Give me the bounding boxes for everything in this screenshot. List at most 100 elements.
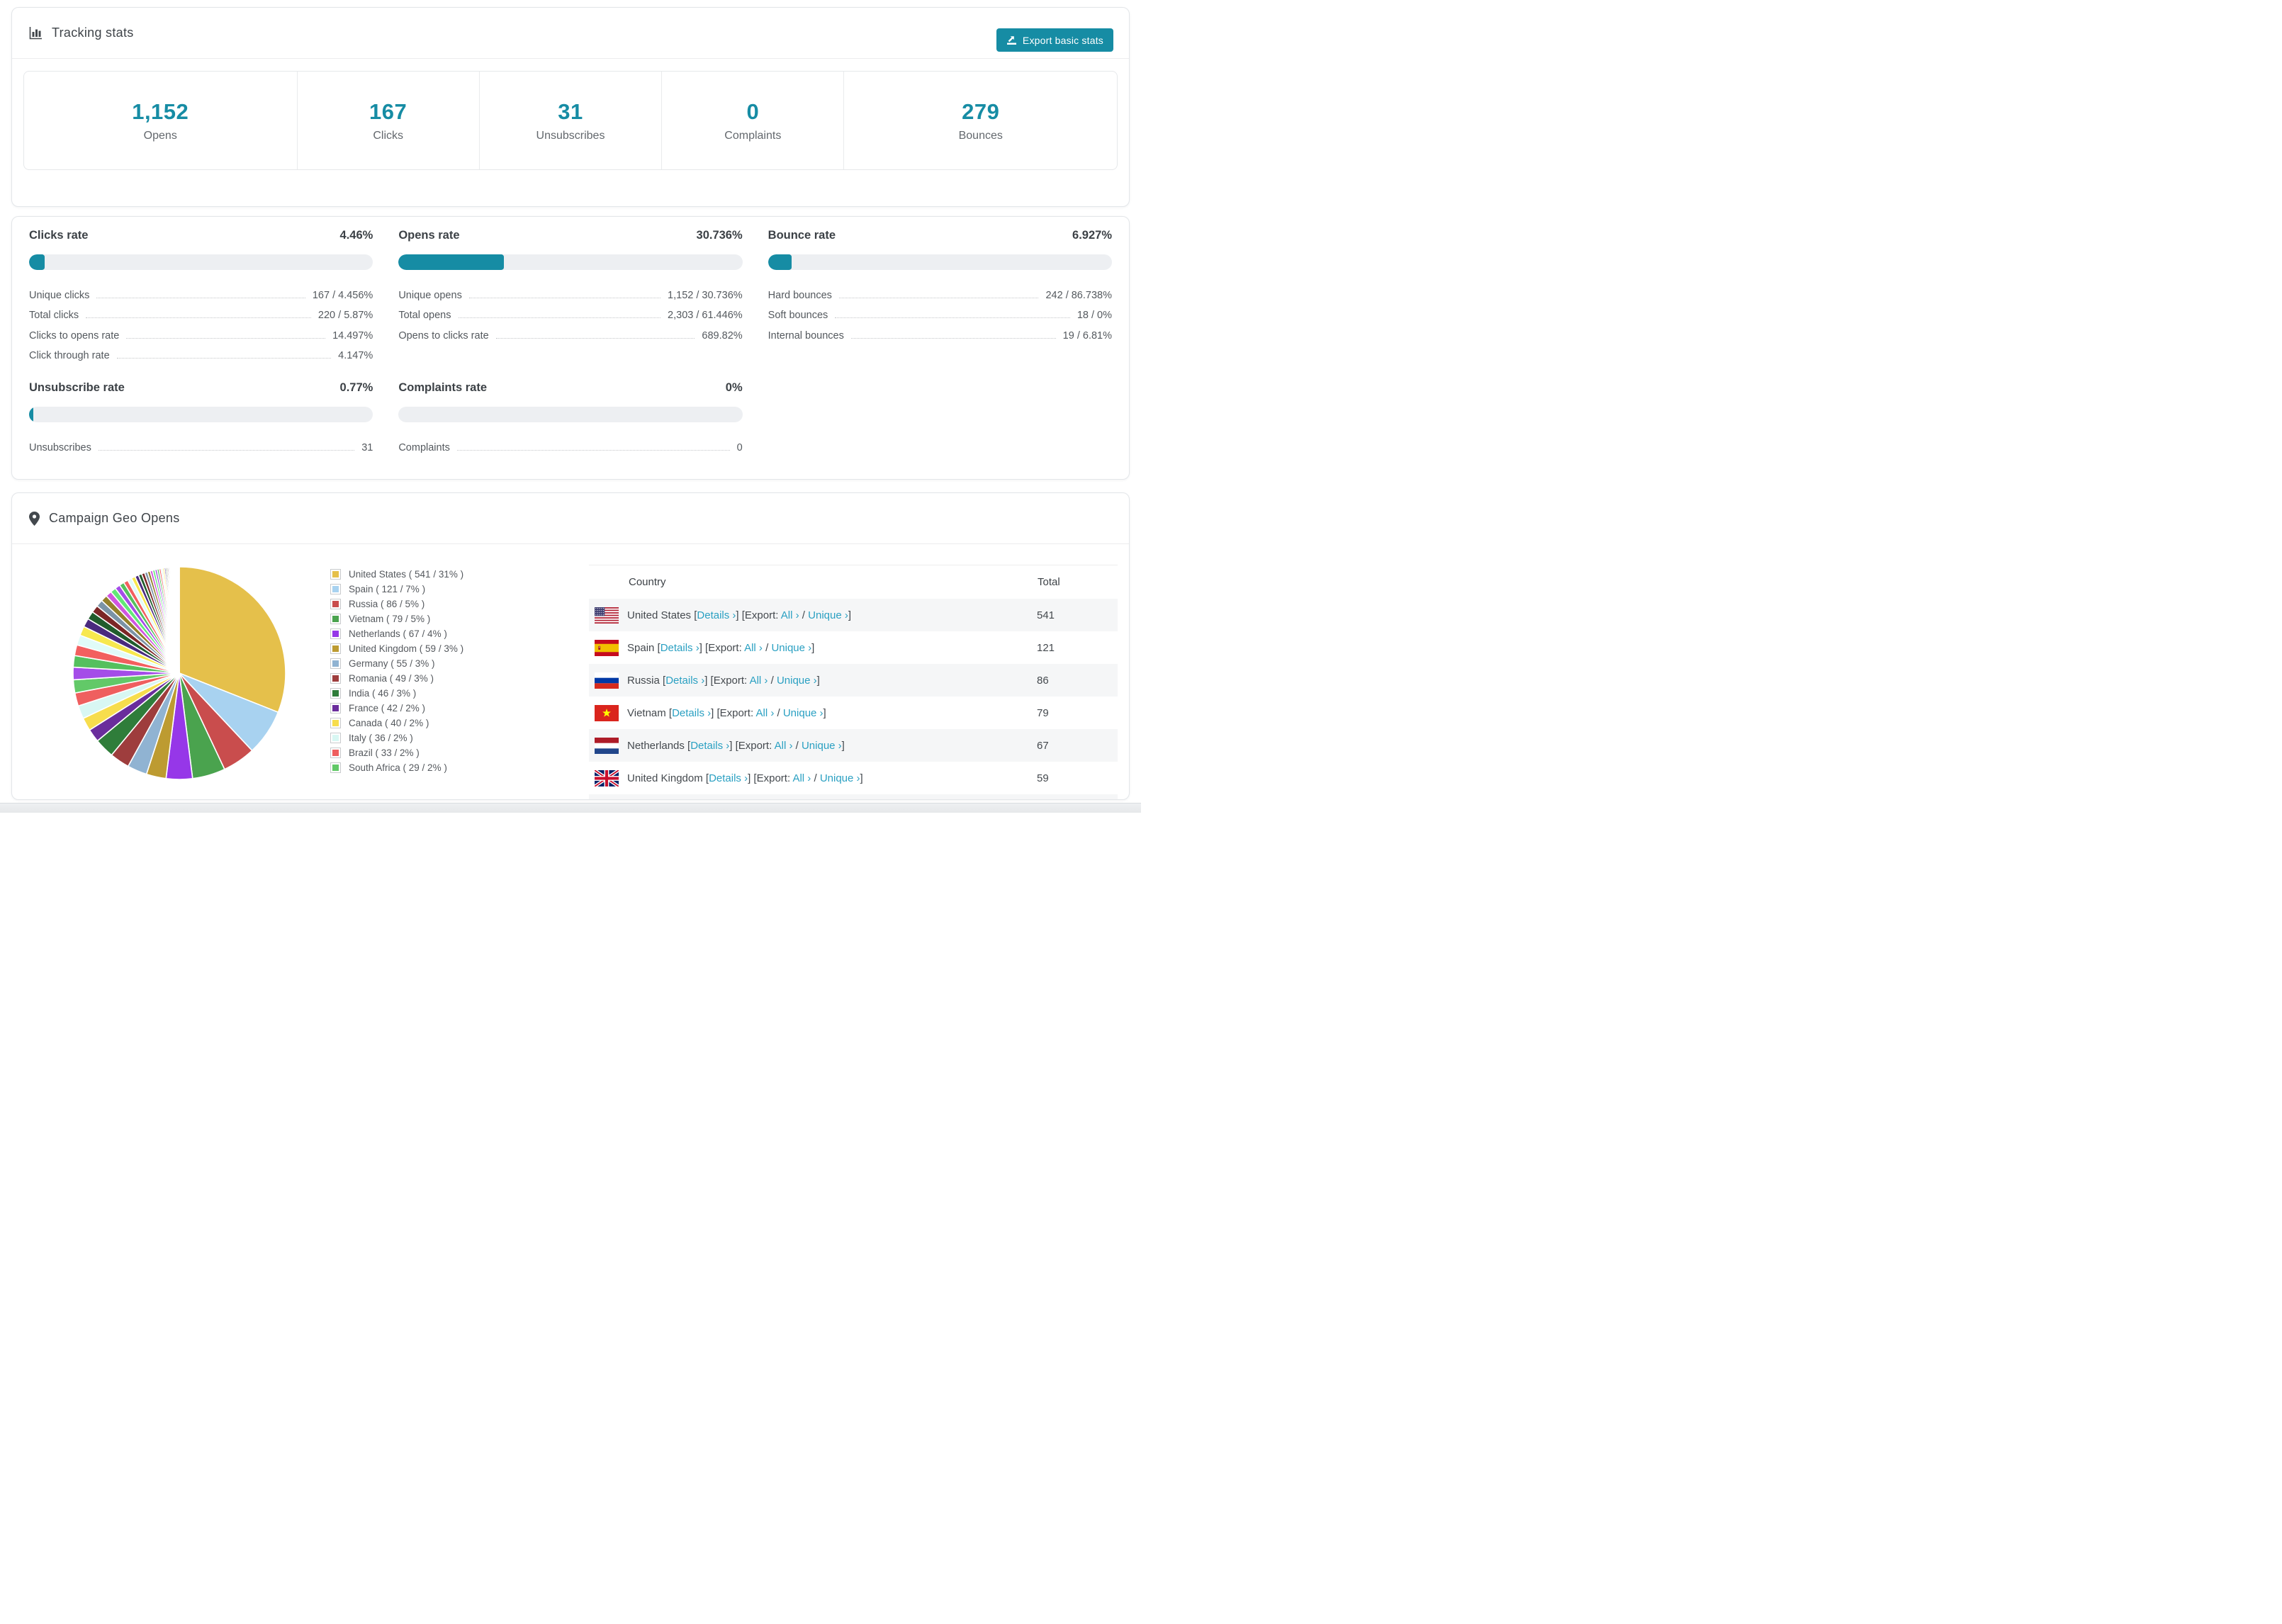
rate-title: Unsubscribe rate <box>29 381 125 394</box>
stat-label: Unsubscribes <box>536 129 605 142</box>
legend-swatch <box>330 688 341 699</box>
export-all-link[interactable]: All › <box>744 642 763 654</box>
map-marker-icon <box>29 511 40 526</box>
legend-item-india: India ( 46 / 3% ) <box>330 686 561 701</box>
rate-value: 0% <box>725 381 743 394</box>
legend-swatch <box>330 762 341 773</box>
export-all-link[interactable]: All › <box>750 675 768 687</box>
country-total: 67 <box>1037 739 1049 752</box>
dotted-leader <box>495 337 695 339</box>
legend-swatch <box>330 584 341 594</box>
rate-block-opens-rate: Opens rate 30.736% Unique opens 1,152 / 3… <box>398 229 743 361</box>
country-name: United States [Details ›] [Export: All ›… <box>627 609 852 621</box>
details-link[interactable]: Details › <box>709 772 748 784</box>
table-row-spain: Spain [Details ›] [Export: All › / Uniqu… <box>589 631 1118 664</box>
summary-stat-bounces: 279 Bounces <box>844 72 1117 169</box>
legend-item-italy: Italy ( 36 / 2% ) <box>330 731 561 745</box>
country-total: 59 <box>1037 772 1049 784</box>
rate-row-clicks-to-opens-rate: Clicks to opens rate 14.497% <box>29 329 373 342</box>
flag-vn-icon <box>595 704 619 721</box>
table-row-de <box>589 794 1118 799</box>
country-total: 121 <box>1037 641 1055 654</box>
country-total: 79 <box>1037 706 1049 719</box>
total-column-header: Total <box>1038 576 1060 588</box>
legend-swatch <box>330 673 341 684</box>
rate-row-unique-opens: Unique opens 1,152 / 30.736% <box>398 289 743 301</box>
country-total: 541 <box>1037 609 1055 621</box>
rate-title: Clicks rate <box>29 229 89 242</box>
legend-swatch <box>330 718 341 728</box>
export-unique-link[interactable]: Unique › <box>783 707 824 719</box>
pie-legend: United States ( 541 / 31% ) Spain ( 121 … <box>330 567 589 775</box>
rate-row-internal-bounces: Internal bounces 19 / 6.81% <box>768 329 1112 342</box>
bar-chart-icon <box>29 26 43 40</box>
dashboard-page: Tracking stats Export basic stats 1,152 … <box>0 0 1141 800</box>
rate-title: Opens rate <box>398 229 460 242</box>
details-link[interactable]: Details › <box>665 675 704 687</box>
legend-swatch <box>330 599 341 609</box>
geo-header: Campaign Geo Opens <box>12 493 1129 544</box>
rate-block-bounce-rate: Bounce rate 6.927% Hard bounces 242 / 86.… <box>768 229 1112 361</box>
rate-row-unsubscribes: Unsubscribes 31 <box>29 441 373 453</box>
rate-value: 30.736% <box>696 229 743 242</box>
country-name: Spain [Details ›] [Export: All › / Uniqu… <box>627 641 815 654</box>
flag-es-icon <box>595 639 619 656</box>
unsubscribe-rate-progressbar <box>29 407 373 422</box>
summary-stat-clicks: 167 Clicks <box>298 72 480 169</box>
stat-label: Bounces <box>958 129 1003 142</box>
export-basic-stats-button[interactable]: Export basic stats <box>996 28 1113 52</box>
dotted-leader <box>116 358 332 359</box>
export-unique-link[interactable]: Unique › <box>777 675 817 687</box>
geo-pie-chart <box>29 565 330 785</box>
country-name: Vietnam [Details ›] [Export: All › / Uni… <box>627 706 826 719</box>
flag-gb-icon <box>595 769 619 786</box>
rate-row-hard-bounces: Hard bounces 242 / 86.738% <box>768 289 1112 301</box>
legend-item-canada: Canada ( 40 / 2% ) <box>330 716 561 731</box>
summary-stats-row: 1,152 Opens 167 Clicks 31 Unsubscribes 0 Co… <box>23 71 1118 170</box>
stat-label: Clicks <box>373 129 403 142</box>
summary-stat-complaints: 0 Complaints <box>662 72 845 169</box>
rate-block-clicks-rate: Clicks rate 4.46% Unique clicks 167 / 4.4… <box>29 229 373 361</box>
details-link[interactable]: Details › <box>690 740 729 752</box>
table-row-netherlands: Netherlands [Details ›] [Export: All › /… <box>589 729 1118 762</box>
export-unique-link[interactable]: Unique › <box>771 642 811 654</box>
table-row-united-states: United States [Details ›] [Export: All ›… <box>589 599 1118 631</box>
rate-block-unsubscribe-rate: Unsubscribe rate 0.77% Unsubscribes 31 <box>29 381 373 453</box>
rates-card: Clicks rate 4.46% Unique clicks 167 / 4.4… <box>11 216 1130 480</box>
rate-row-soft-bounces: Soft bounces 18 / 0% <box>768 310 1112 321</box>
page-title: Tracking stats <box>52 26 134 40</box>
flag-ru-icon <box>595 672 619 689</box>
export-icon <box>1006 35 1017 45</box>
export-all-link[interactable]: All › <box>755 707 774 719</box>
summary-stat-opens: 1,152 Opens <box>24 72 298 169</box>
legend-swatch <box>330 703 341 714</box>
stat-value: 167 <box>369 98 408 124</box>
table-row-vietnam: Vietnam [Details ›] [Export: All › / Uni… <box>589 697 1118 729</box>
rate-title: Complaints rate <box>398 381 488 394</box>
details-link[interactable]: Details › <box>661 642 699 654</box>
export-all-link[interactable]: All › <box>792 772 811 784</box>
page-bottom-band <box>0 803 1141 813</box>
rate-value: 6.927% <box>1072 229 1112 242</box>
legend-item-brazil: Brazil ( 33 / 2% ) <box>330 745 561 760</box>
details-link[interactable]: Details › <box>672 707 711 719</box>
flag-nl-icon <box>595 737 619 754</box>
export-unique-link[interactable]: Unique › <box>802 740 842 752</box>
complaints-rate-progressbar <box>398 407 743 422</box>
stat-value: 1,152 <box>132 98 189 124</box>
export-all-link[interactable]: All › <box>781 609 799 621</box>
legend-item-united-states: United States ( 541 / 31% ) <box>330 567 561 582</box>
legend-swatch <box>330 643 341 654</box>
stat-label: Opens <box>143 129 177 142</box>
rate-row-click-through-rate: Click through rate 4.147% <box>29 350 373 361</box>
legend-swatch <box>330 748 341 758</box>
summary-stat-unsubscribes: 31 Unsubscribes <box>480 72 663 169</box>
flag-us-icon <box>595 607 619 624</box>
geo-opens-table: Country Total United States [Details ›] … <box>589 565 1118 799</box>
export-unique-link[interactable]: Unique › <box>820 772 860 784</box>
opens-rate-progressbar <box>398 254 743 270</box>
export-unique-link[interactable]: Unique › <box>808 609 848 621</box>
details-link[interactable]: Details › <box>697 609 736 621</box>
rate-row-complaints: Complaints 0 <box>398 441 743 453</box>
export-all-link[interactable]: All › <box>775 740 793 752</box>
